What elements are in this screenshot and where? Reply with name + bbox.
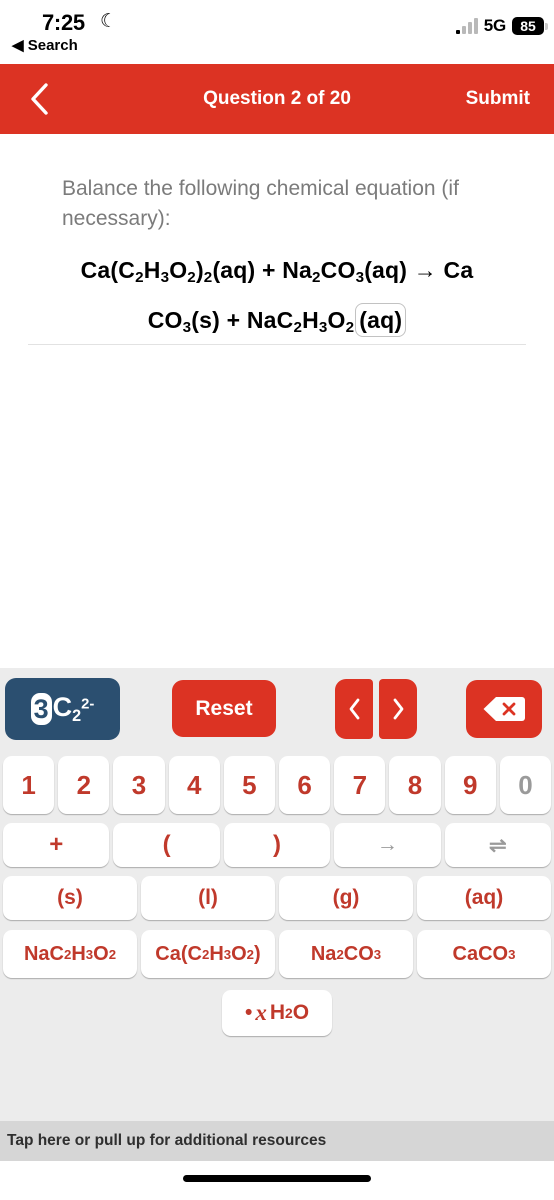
formula-key-sodium-acetate[interactable]: NaC 2 H 3 O 2 [3, 930, 137, 978]
backspace-button[interactable] [466, 680, 542, 738]
reset-button[interactable]: Reset [172, 680, 276, 737]
question-prompt: Balance the following chemical equation … [62, 177, 459, 230]
additional-resources-bar[interactable]: Tap here or pull up for additional resou… [0, 1121, 554, 1161]
state-key-aq[interactable]: (aq) [417, 876, 551, 920]
equation-line-2-text: CO3(s) + NaC2H3O2 [147, 306, 355, 336]
state-key-g[interactable]: (g) [279, 876, 413, 920]
keyboard-toolbar: 3 C22- Reset [0, 678, 554, 740]
question-area: Balance the following chemical equation … [0, 134, 554, 668]
number-key-8[interactable]: 8 [389, 756, 441, 814]
status-bar: 7:25 ☾ ◀ Search 5G 85 [0, 0, 554, 64]
formula-key-calcium-acetate[interactable]: Ca(C 2 H 3 O 2) [141, 930, 275, 978]
formula-key-calcium-carbonate[interactable]: CaCO 3 [417, 930, 551, 978]
moon-icon: ☾ [100, 11, 118, 32]
formula-preview-button[interactable]: 3 C22- [5, 678, 120, 740]
app-header: Question 2 of 20 Submit [0, 64, 554, 134]
number-key-row: 1234567890 [0, 756, 554, 814]
number-key-1[interactable]: 1 [3, 756, 55, 814]
next-field-button[interactable] [379, 679, 417, 739]
additional-resources-label: Tap here or pull up for additional resou… [7, 1132, 327, 1149]
app-root: 7:25 ☾ ◀ Search 5G 85 Question 2 of 20 S… [0, 0, 554, 1200]
number-key-6[interactable]: 6 [279, 756, 331, 814]
operator-key-yields-arrow: → [334, 823, 441, 867]
operator-key-close-paren[interactable]: ) [223, 823, 331, 867]
hydrate-key-row: • x H2O [0, 990, 554, 1036]
number-key-4[interactable]: 4 [168, 756, 220, 814]
status-bar-right: 5G 85 [455, 16, 548, 36]
state-key-row: (s) (l) (g) (aq) [0, 876, 554, 920]
chemistry-keyboard: 3 C22- Reset 1234567890 + () → ⇌ (s) (l… [0, 668, 554, 1121]
operator-key-equilibrium-arrow: ⇌ [444, 823, 552, 867]
network-type-label: 5G [483, 16, 506, 35]
equation-line-2: CO3(s) + NaC2H3O2 (aq) [20, 299, 534, 349]
number-key-9[interactable]: 9 [444, 756, 496, 814]
back-to-search-link[interactable]: ◀ Search [12, 36, 78, 54]
chevron-left-icon [349, 698, 359, 720]
section-divider [28, 344, 526, 345]
state-key-l[interactable]: (l) [141, 876, 275, 920]
home-indicator [183, 1175, 371, 1182]
number-key-5[interactable]: 5 [223, 756, 276, 814]
prev-field-button[interactable] [335, 679, 373, 739]
battery-percent-label: 85 [512, 17, 544, 35]
formula-key-row: NaC 2 H 3 O 2 Ca(C 2 H 3 O 2) Na 2 CO 3 CaCO 3 [0, 930, 554, 978]
chevron-right-icon [393, 698, 403, 720]
chemical-equation[interactable]: Ca(C2H3O2)2(aq) + Na2CO3(aq) → Ca CO3(s)… [20, 249, 534, 349]
number-key-2[interactable]: 2 [58, 756, 110, 814]
equation-line-1: Ca(C2H3O2)2(aq) + Na2CO3(aq) → Ca [80, 257, 474, 286]
formula-preview-body: C22- [52, 692, 95, 725]
operator-key-open-paren[interactable]: ( [113, 823, 220, 867]
back-to-search-label: Search [27, 37, 78, 54]
number-key-0: 0 [499, 756, 552, 814]
number-key-7[interactable]: 7 [334, 756, 386, 814]
number-key-3[interactable]: 3 [113, 756, 165, 814]
operator-key-plus[interactable]: + [3, 823, 110, 867]
equation-cursor-token[interactable]: (aq) [355, 302, 407, 337]
state-key-s[interactable]: (s) [3, 876, 137, 920]
status-time: 7:25 [42, 10, 85, 35]
back-triangle-icon: ◀ [12, 37, 24, 54]
formula-preview-coefficient: 3 [30, 693, 52, 725]
battery-cap [545, 22, 548, 30]
formula-key-hydrate[interactable]: • x H2O [222, 990, 332, 1036]
submit-button[interactable]: Submit [466, 88, 530, 110]
battery-icon: 85 [512, 17, 548, 35]
signal-bars-icon [455, 18, 478, 34]
operator-key-row: +() → ⇌ [0, 823, 554, 867]
formula-key-sodium-carbonate[interactable]: Na 2 CO 3 [279, 930, 413, 978]
backspace-icon [483, 697, 525, 721]
